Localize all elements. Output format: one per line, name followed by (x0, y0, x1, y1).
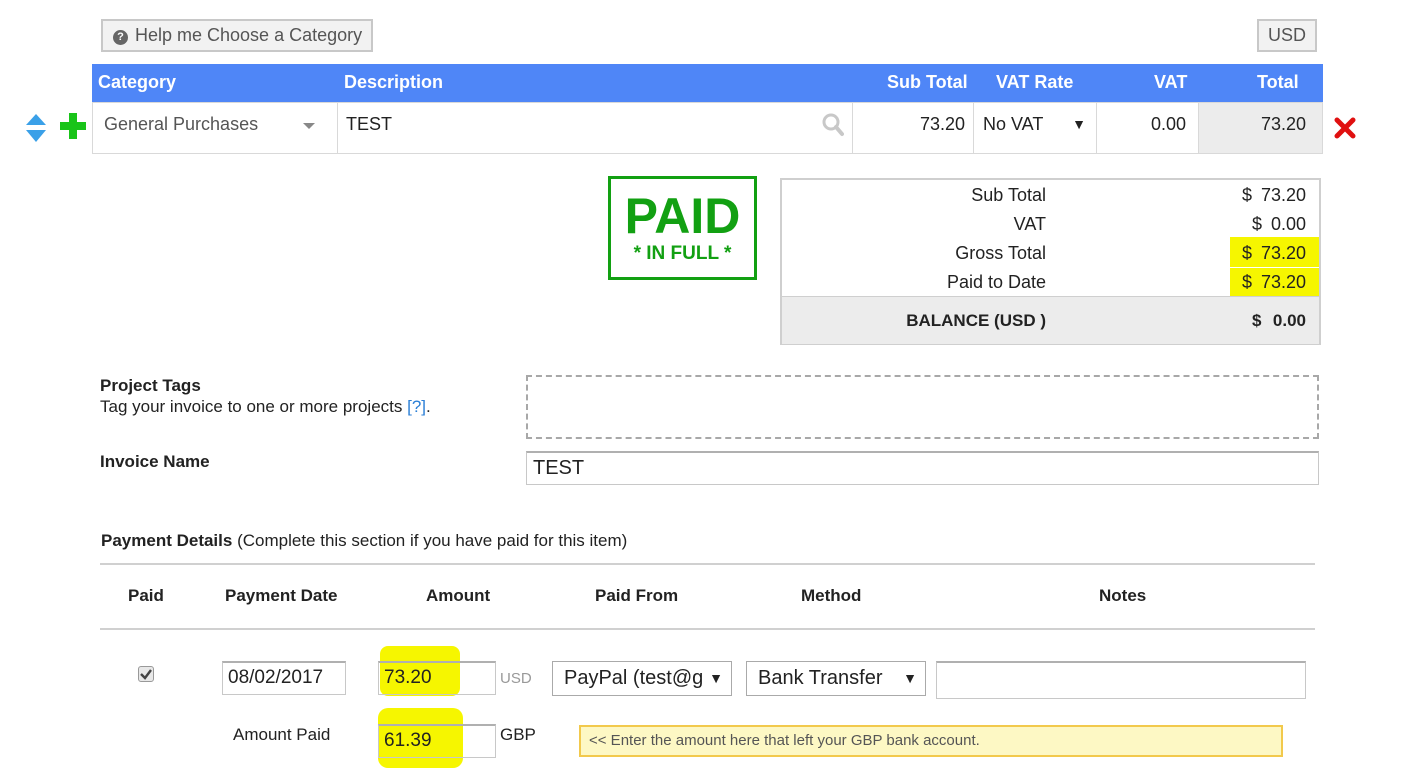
category-select[interactable]: General Purchases (92, 102, 338, 154)
amount-paid-label: Amount Paid (233, 725, 331, 744)
payment-details-subtitle: (Complete this section if you have paid … (237, 531, 628, 550)
help-choose-category-label: Help me Choose a Category (135, 25, 363, 45)
search-icon[interactable] (822, 113, 844, 137)
header-sub-total: Sub Total (887, 72, 968, 92)
sub-total-input[interactable]: 73.20 (853, 102, 974, 154)
delete-row-icon[interactable] (1333, 116, 1357, 140)
checkmark-icon (140, 669, 152, 680)
payment-header-paid-from: Paid From (595, 586, 679, 605)
paid-from-select[interactable]: PayPal (test@g ▼ (552, 661, 732, 696)
header-vat-rate: VAT Rate (996, 72, 1074, 92)
payment-details-title: Payment Details (101, 531, 233, 550)
payment-date-input[interactable]: 08/02/2017 (222, 661, 346, 695)
divider-bottom (100, 628, 1315, 630)
line-items-header: Category Description Sub Total VAT Rate … (92, 64, 1323, 102)
caret-down-icon: ▼ (709, 670, 723, 686)
vat-input[interactable]: 0.00 (1097, 102, 1199, 154)
amount-paid-currency: GBP (500, 725, 536, 744)
paid-stamp-subtitle: * IN FULL * (633, 243, 732, 264)
paid-from-value: PayPal (test@g (564, 667, 704, 689)
divider-top (100, 563, 1315, 565)
header-vat: VAT (1154, 72, 1188, 92)
balance-row: BALANCE (USD ) $ 0.00 (782, 296, 1319, 344)
payment-header-paid: Paid (128, 586, 164, 605)
vat-rate-value: No VAT (983, 114, 1044, 134)
paid-checkbox[interactable] (138, 666, 154, 682)
project-tags-dropzone[interactable] (526, 375, 1319, 439)
total-value: 73.20 (1199, 102, 1323, 154)
help-choose-category-button[interactable]: ? Help me Choose a Category (101, 19, 373, 52)
add-row-icon[interactable] (58, 111, 88, 141)
payment-header-amount: Amount (426, 586, 491, 605)
description-input[interactable]: TEST (338, 102, 853, 154)
paid-stamp-title: PAID (624, 188, 741, 244)
amount-paid-input[interactable]: 61.39 (378, 724, 496, 758)
line-item-row: General Purchases TEST 73.20 No VAT ▼ 0.… (92, 102, 1323, 154)
payment-header-notes: Notes (1099, 586, 1147, 605)
invoice-name-label: Invoice Name (100, 452, 210, 471)
caret-down-icon: ▼ (903, 670, 917, 686)
reorder-arrows-icon[interactable] (24, 113, 48, 143)
header-category: Category (98, 72, 177, 92)
project-tags-help-link[interactable]: [?] (407, 397, 426, 416)
header-description: Description (344, 72, 444, 92)
description-value: TEST (346, 114, 393, 134)
paid-in-full-stamp: PAID * IN FULL * (608, 176, 757, 280)
balance-value: 0.00 (1272, 311, 1306, 330)
method-select[interactable]: Bank Transfer ▼ (746, 661, 926, 696)
amount-currency: USD (500, 670, 532, 687)
totals-summary: Sub Total $ 73.20 VAT $ 0.00 Gross Total… (780, 178, 1321, 345)
payment-header-method: Method (801, 586, 862, 605)
category-value: General Purchases (104, 114, 259, 134)
question-icon: ? (113, 30, 128, 45)
currency-button[interactable]: USD (1257, 19, 1317, 52)
chevron-down-icon (303, 123, 315, 129)
notes-input[interactable] (936, 661, 1306, 699)
amount-paid-hint: << Enter the amount here that left your … (579, 725, 1283, 757)
method-value: Bank Transfer (758, 667, 883, 689)
payment-details-heading: Payment Details (Complete this section i… (101, 531, 627, 551)
project-tags-description: Tag your invoice to one or more projects… (100, 397, 431, 416)
balance-currency: $ (1252, 311, 1262, 330)
balance-label: BALANCE (USD ) (906, 311, 1046, 330)
amount-input[interactable]: 73.20 (378, 661, 496, 695)
payment-header-date: Payment Date (225, 586, 338, 605)
caret-down-icon: ▼ (1072, 116, 1086, 132)
invoice-name-input[interactable]: TEST (526, 451, 1319, 485)
header-total: Total (1257, 72, 1299, 92)
project-tags-title: Project Tags (100, 376, 201, 395)
vat-rate-select[interactable]: No VAT ▼ (974, 102, 1097, 154)
